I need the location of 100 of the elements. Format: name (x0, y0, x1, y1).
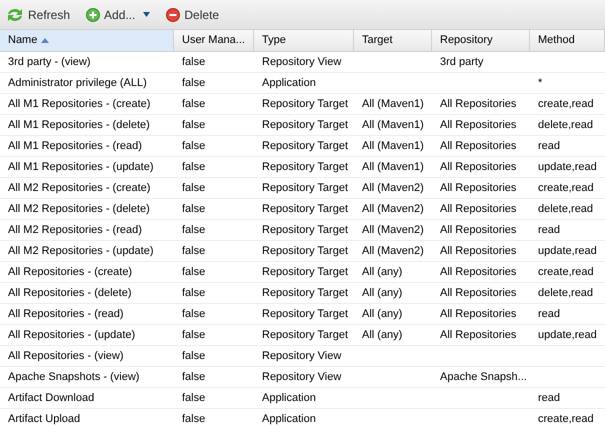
table-cell-text: All M1 Repositories - (delete) (8, 118, 150, 133)
table-cell-text: All M2 Repositories - (update) (8, 244, 154, 259)
table-cell-text: All M1 Repositories - (create) (8, 96, 150, 112)
table-cell-text: false (182, 118, 206, 133)
table-cell-text: false (182, 54, 206, 70)
table-cell-text: All Repositories (440, 264, 516, 280)
table-cell-text: All (any) (362, 328, 402, 343)
table-cell-text: Apache Snapshots - (view) (8, 370, 140, 385)
table-cell-text: create,read (538, 412, 594, 427)
table-cell-text: 3rd party - (view) (8, 54, 91, 70)
table-cell-text: false (182, 348, 206, 364)
column-header[interactable]: Method (530, 30, 605, 51)
table-cell-text: All (any) (362, 264, 402, 280)
table-cell-text: read (538, 306, 560, 322)
table-cell-text: read (538, 138, 560, 154)
table-cell-text: All (Maven1) (362, 118, 424, 133)
delete-button[interactable]: Delete (164, 6, 222, 24)
table-cell-text: Repository Target (262, 306, 348, 322)
column-header[interactable]: Target (354, 30, 432, 51)
table-cell-text: false (182, 370, 206, 385)
table-cell-text: false (182, 202, 206, 217)
table-cell-text: false (182, 76, 206, 91)
table-cell-text: create,read (538, 264, 594, 280)
table-cell-text: false (182, 244, 206, 259)
table-cell-text: Repository View (262, 54, 342, 70)
table-cell-text: All (any) (362, 306, 402, 322)
table-cell-text: All (Maven2) (362, 202, 424, 217)
table-cell-text: All Repositories - (delete) (8, 286, 132, 301)
table-cell-text: Repository Target (262, 96, 348, 112)
table-cell-text: false (182, 286, 206, 301)
table-cell-text: Repository Target (262, 180, 348, 196)
table-cell-text: read (538, 222, 560, 238)
table-cell-text: Repository Target (262, 160, 348, 175)
table-cell-text: Repository Target (262, 138, 348, 154)
column-header[interactable]: Type (254, 30, 354, 51)
table-cell-text: delete,read (538, 202, 594, 217)
table-cell-text: false (182, 96, 206, 112)
table-cell-text: update,read (538, 328, 597, 343)
delete-icon (166, 8, 180, 22)
table-cell-text: All (any) (362, 286, 402, 301)
column-header[interactable]: Repository (432, 30, 530, 51)
table-cell-text: Application (262, 412, 316, 427)
table-cell-text: All Repositories - (create) (8, 264, 132, 280)
sort-ascending-icon (41, 38, 50, 43)
table-cell-text: All M1 Repositories - (update) (8, 160, 154, 175)
table-cell-text: read (538, 390, 560, 406)
table-cell-text: Artifact Upload (8, 412, 80, 427)
table-cell-text: Repository View (262, 370, 342, 385)
table-cell-text: false (182, 390, 206, 406)
table-cell-text: delete,read (538, 118, 594, 133)
table-cell-text: Administrator privilege (ALL) (8, 76, 147, 91)
table-cell-text: 3rd party (440, 54, 484, 70)
table-cell-text: All (Maven1) (362, 160, 424, 175)
column-header[interactable]: User Mana... (174, 30, 254, 51)
table-cell-text: false (182, 412, 206, 427)
table-cell-text: false (182, 160, 206, 175)
table-cell-text: All Repositories (440, 222, 516, 238)
table-cell-text: Application (262, 76, 316, 91)
table-cell-text: Repository Target (262, 118, 348, 133)
table-cell-text: All Repositories (440, 138, 516, 154)
table-cell-text: All Repositories (440, 286, 516, 301)
table-cell-text: Repository Target (262, 222, 348, 238)
table-cell-text: Repository Target (262, 328, 348, 343)
table-cell-text: All Repositories (440, 202, 516, 217)
refresh-icon (6, 6, 24, 22)
table-cell-text: All (Maven1) (362, 138, 424, 154)
table-cell-text: All (Maven2) (362, 180, 424, 196)
add-icon (86, 8, 100, 22)
table-cell-text: create,read (538, 96, 594, 112)
table-cell-text: All Repositories (440, 306, 516, 322)
table-cell-text: Application (262, 390, 316, 406)
table-cell-text: All Repositories (440, 118, 516, 133)
table-cell-text: All Repositories - (update) (8, 328, 136, 343)
table-cell-text: All Repositories (440, 328, 516, 343)
table-cell-text: All Repositories (440, 160, 516, 175)
table-cell-text: false (182, 180, 206, 196)
add-button[interactable]: Add... (84, 6, 152, 24)
table-cell-text: All Repositories - (view) (8, 348, 124, 364)
table-cell-text: All M2 Repositories - (delete) (8, 202, 150, 217)
table-cell-text: false (182, 328, 206, 343)
table-cell-text: All (Maven2) (362, 244, 424, 259)
table-cell-text: All (Maven1) (362, 96, 424, 112)
table-cell-text: Repository Target (262, 264, 348, 280)
table-cell-text: false (182, 138, 206, 154)
table-cell-text: All Repositories (440, 244, 516, 259)
table-cell-text: All Repositories (440, 96, 516, 112)
table-cell-text: All M2 Repositories - (read) (8, 222, 142, 238)
table-cell-text: false (182, 222, 206, 238)
table-cell-text: All Repositories - (read) (8, 306, 124, 322)
table-cell-text: Artifact Download (8, 390, 94, 406)
table-cell-text: Repository Target (262, 244, 348, 259)
refresh-button[interactable]: Refresh (4, 6, 72, 24)
table-cell-text: All (Maven2) (362, 222, 424, 238)
table-cell-text: update,read (538, 160, 597, 175)
column-header[interactable]: Name (0, 30, 174, 51)
table-cell-text: Repository Target (262, 286, 348, 301)
table-cell-text: All M1 Repositories - (read) (8, 138, 142, 154)
table-cell-text: * (538, 76, 542, 91)
table-cell-text: delete,read (538, 286, 594, 301)
table-cell-text: All M2 Repositories - (create) (8, 180, 150, 196)
